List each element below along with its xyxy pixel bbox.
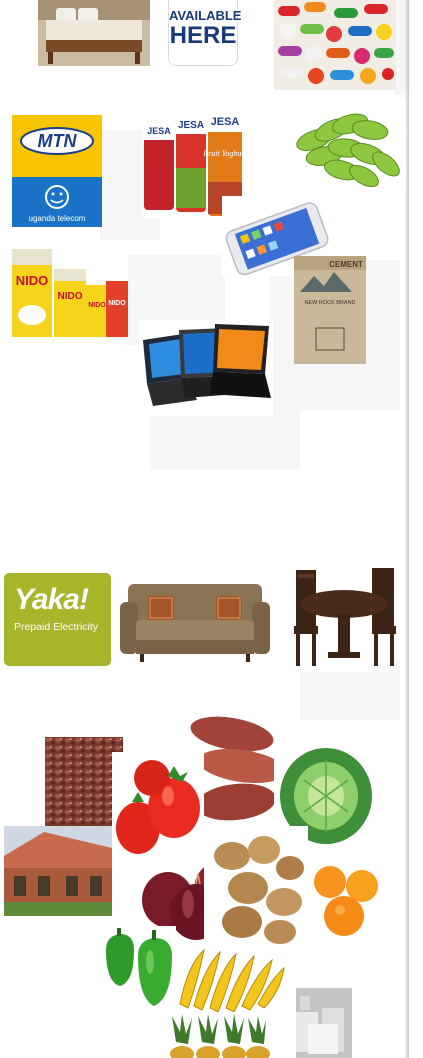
mtn-subline-text: uganda telecom	[29, 214, 86, 223]
jesa-brand-text: JESA	[211, 116, 240, 128]
mtn-uganda-telecom-logo: MTN uganda telecom	[12, 115, 102, 227]
shadow-block	[150, 410, 300, 470]
badge-line2: HERE	[169, 22, 237, 49]
cement-label-text: CEMENT	[329, 260, 363, 269]
house-image	[4, 826, 112, 916]
bed-image	[38, 0, 150, 66]
nido-brand-text: NIDO	[16, 273, 49, 288]
nido-brand-text: NIDO	[108, 300, 126, 307]
ripe-bananas-image	[174, 944, 286, 1018]
green-bananas-image	[294, 100, 406, 192]
yaka-tagline-text: Prepaid Electricity	[14, 621, 99, 633]
available-here-badge: AVAILABLE HERE	[168, 0, 242, 66]
product-collage: AVAILABLE HERE MTN uganda telecom JESA J…	[0, 0, 423, 1058]
yaka-brand-text: Yaka!	[14, 583, 89, 616]
irish-potatoes-image	[204, 826, 308, 952]
tomatoes-image	[112, 752, 204, 868]
medicine-pills-image	[274, 0, 396, 90]
nido-milk-image: NIDO NIDO NIDO NIDO	[10, 245, 128, 341]
oranges-image	[310, 858, 382, 942]
nido-brand-text: NIDO	[88, 302, 106, 309]
mtn-brand-text: MTN	[38, 131, 78, 151]
jesa-brand-text: JESA	[178, 120, 204, 131]
cement-bag-image: CEMENT NEW ROCK BRAND	[294, 256, 366, 364]
yaka-prepaid-electricity-logo: Yaka! Prepaid Electricity	[4, 573, 111, 666]
laptops-image	[139, 320, 273, 416]
yoghurt-flavor-text: Fruit Yoghurt	[202, 149, 247, 158]
nido-brand-text: NIDO	[58, 291, 83, 302]
sofa-image	[120, 574, 270, 666]
badge-line1: AVAILABLE	[169, 8, 242, 23]
dining-set-image	[294, 560, 396, 672]
jesa-brand-text: JESA	[147, 126, 171, 136]
pineapples-image	[166, 1012, 270, 1058]
bags-image	[288, 968, 360, 1058]
cement-brand-text: NEW ROCK BRAND	[304, 300, 355, 306]
green-peppers-image	[102, 926, 176, 1010]
